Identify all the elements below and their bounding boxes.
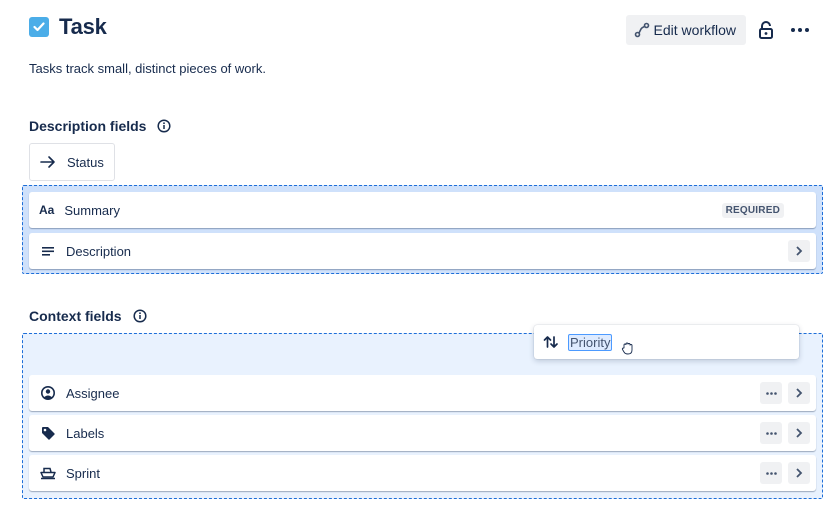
paragraph-icon (39, 242, 57, 260)
field-row-sprint[interactable]: Sprint (29, 455, 816, 491)
context-fields-heading: Context fields (29, 308, 147, 324)
description-fields-heading: Description fields (29, 118, 172, 134)
status-label: Status (67, 154, 104, 170)
page-subtitle: Tasks track small, distinct pieces of wo… (29, 61, 266, 76)
field-row-assignee[interactable]: Assignee (29, 375, 816, 411)
expand-button[interactable] (788, 462, 810, 484)
chevron-right-icon (796, 428, 803, 438)
edit-workflow-button[interactable]: Edit workflow (625, 15, 746, 45)
dragging-field-priority[interactable]: Priority (534, 325, 799, 359)
checkbox-checked-icon (29, 17, 49, 37)
info-icon[interactable] (157, 119, 172, 133)
section-title-label: Context fields (29, 308, 122, 324)
person-icon (39, 384, 57, 402)
more-button[interactable] (784, 14, 816, 46)
field-row-description[interactable]: Description (29, 233, 816, 269)
field-row-summary[interactable]: Aa Summary REQUIRED (29, 192, 816, 228)
more-icon (791, 28, 809, 32)
status-field-chip[interactable]: Status (29, 143, 115, 181)
header-actions: Edit workflow (625, 14, 816, 46)
page-header: Task (29, 14, 107, 40)
section-title-label: Description fields (29, 118, 147, 134)
required-badge: REQUIRED (721, 202, 784, 218)
more-button[interactable] (760, 422, 782, 444)
chevron-right-icon (796, 468, 803, 478)
more-icon (765, 391, 777, 395)
field-label: Assignee (66, 385, 120, 401)
unlock-icon (759, 21, 773, 39)
field-label: Description (66, 243, 132, 259)
priority-icon (543, 335, 559, 349)
chevron-right-icon (796, 388, 803, 398)
page-title: Task (59, 14, 107, 39)
expand-button[interactable] (788, 240, 810, 262)
lock-button[interactable] (750, 14, 782, 46)
field-label: Summary (64, 202, 120, 218)
grab-cursor-icon (620, 340, 636, 361)
more-icon (765, 471, 777, 475)
text-icon: Aa (39, 203, 55, 217)
expand-button[interactable] (788, 382, 810, 404)
workflow-icon (634, 22, 649, 38)
sprint-icon (39, 464, 57, 482)
more-icon (765, 431, 777, 435)
field-row-labels[interactable]: Labels (29, 415, 816, 451)
expand-button[interactable] (788, 422, 810, 444)
description-fields-dropzone[interactable]: Aa Summary REQUIRED Description (22, 185, 823, 274)
field-label: Sprint (66, 465, 100, 481)
tag-icon (39, 424, 57, 442)
more-button[interactable] (760, 462, 782, 484)
field-label: Priority (568, 333, 613, 351)
chevron-right-icon (796, 246, 803, 256)
more-button[interactable] (760, 382, 782, 404)
field-label: Labels (66, 425, 105, 441)
arrow-right-icon (40, 156, 55, 168)
info-icon[interactable] (133, 309, 147, 323)
edit-workflow-label: Edit workflow (653, 22, 736, 38)
